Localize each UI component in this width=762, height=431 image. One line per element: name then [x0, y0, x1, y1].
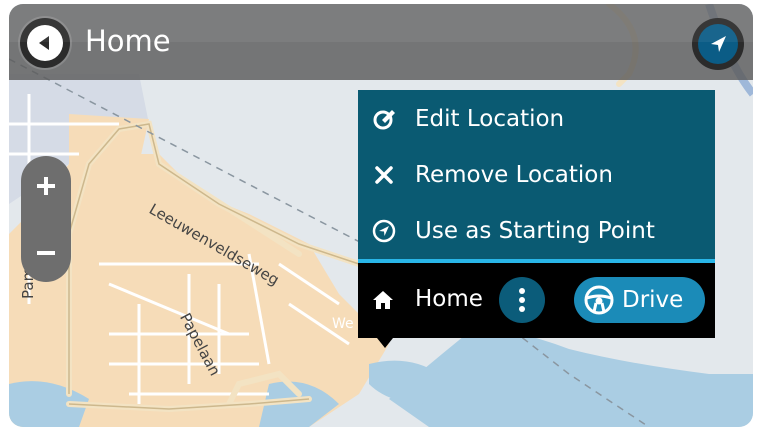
menu-item-label: Remove Location: [415, 162, 613, 188]
drive-button[interactable]: Drive: [574, 277, 705, 323]
menu-item-edit-location[interactable]: Edit Location: [358, 92, 715, 146]
location-name: Home: [415, 286, 483, 312]
location-options-menu: Edit Location Remove Location Use as Sta…: [358, 90, 715, 260]
back-button[interactable]: [20, 18, 70, 68]
remove-x-icon: [375, 166, 393, 184]
zoom-in-button[interactable]: [21, 161, 71, 211]
back-arrow-icon: [27, 25, 63, 61]
location-bar: Home Drive: [358, 263, 715, 338]
map-screen: Leeuwenveldseweg Pampuslaan Papelaan We …: [9, 4, 753, 427]
edit-location-icon: [373, 110, 395, 130]
steering-wheel-icon: [584, 285, 614, 315]
starting-point-icon: [372, 219, 396, 243]
drive-label: Drive: [622, 287, 684, 313]
zoom-out-button[interactable]: [21, 228, 71, 278]
location-pin-pointer: [377, 338, 393, 348]
menu-item-remove-location[interactable]: Remove Location: [358, 148, 715, 202]
home-icon: [373, 291, 393, 309]
navigation-arrow-icon: [698, 24, 738, 64]
menu-item-label: Use as Starting Point: [415, 218, 655, 244]
minus-icon: [37, 251, 55, 255]
plus-icon: [37, 177, 55, 195]
zoom-control: [21, 156, 71, 282]
street-label-we: We: [332, 316, 354, 332]
top-bar: Home: [9, 4, 753, 80]
menu-item-label: Edit Location: [415, 106, 565, 132]
more-options-button[interactable]: [499, 277, 545, 323]
navigation-button[interactable]: [692, 18, 744, 70]
menu-item-use-as-starting-point[interactable]: Use as Starting Point: [358, 204, 715, 258]
page-title: Home: [85, 24, 171, 58]
vertical-dots-icon: [519, 288, 525, 312]
